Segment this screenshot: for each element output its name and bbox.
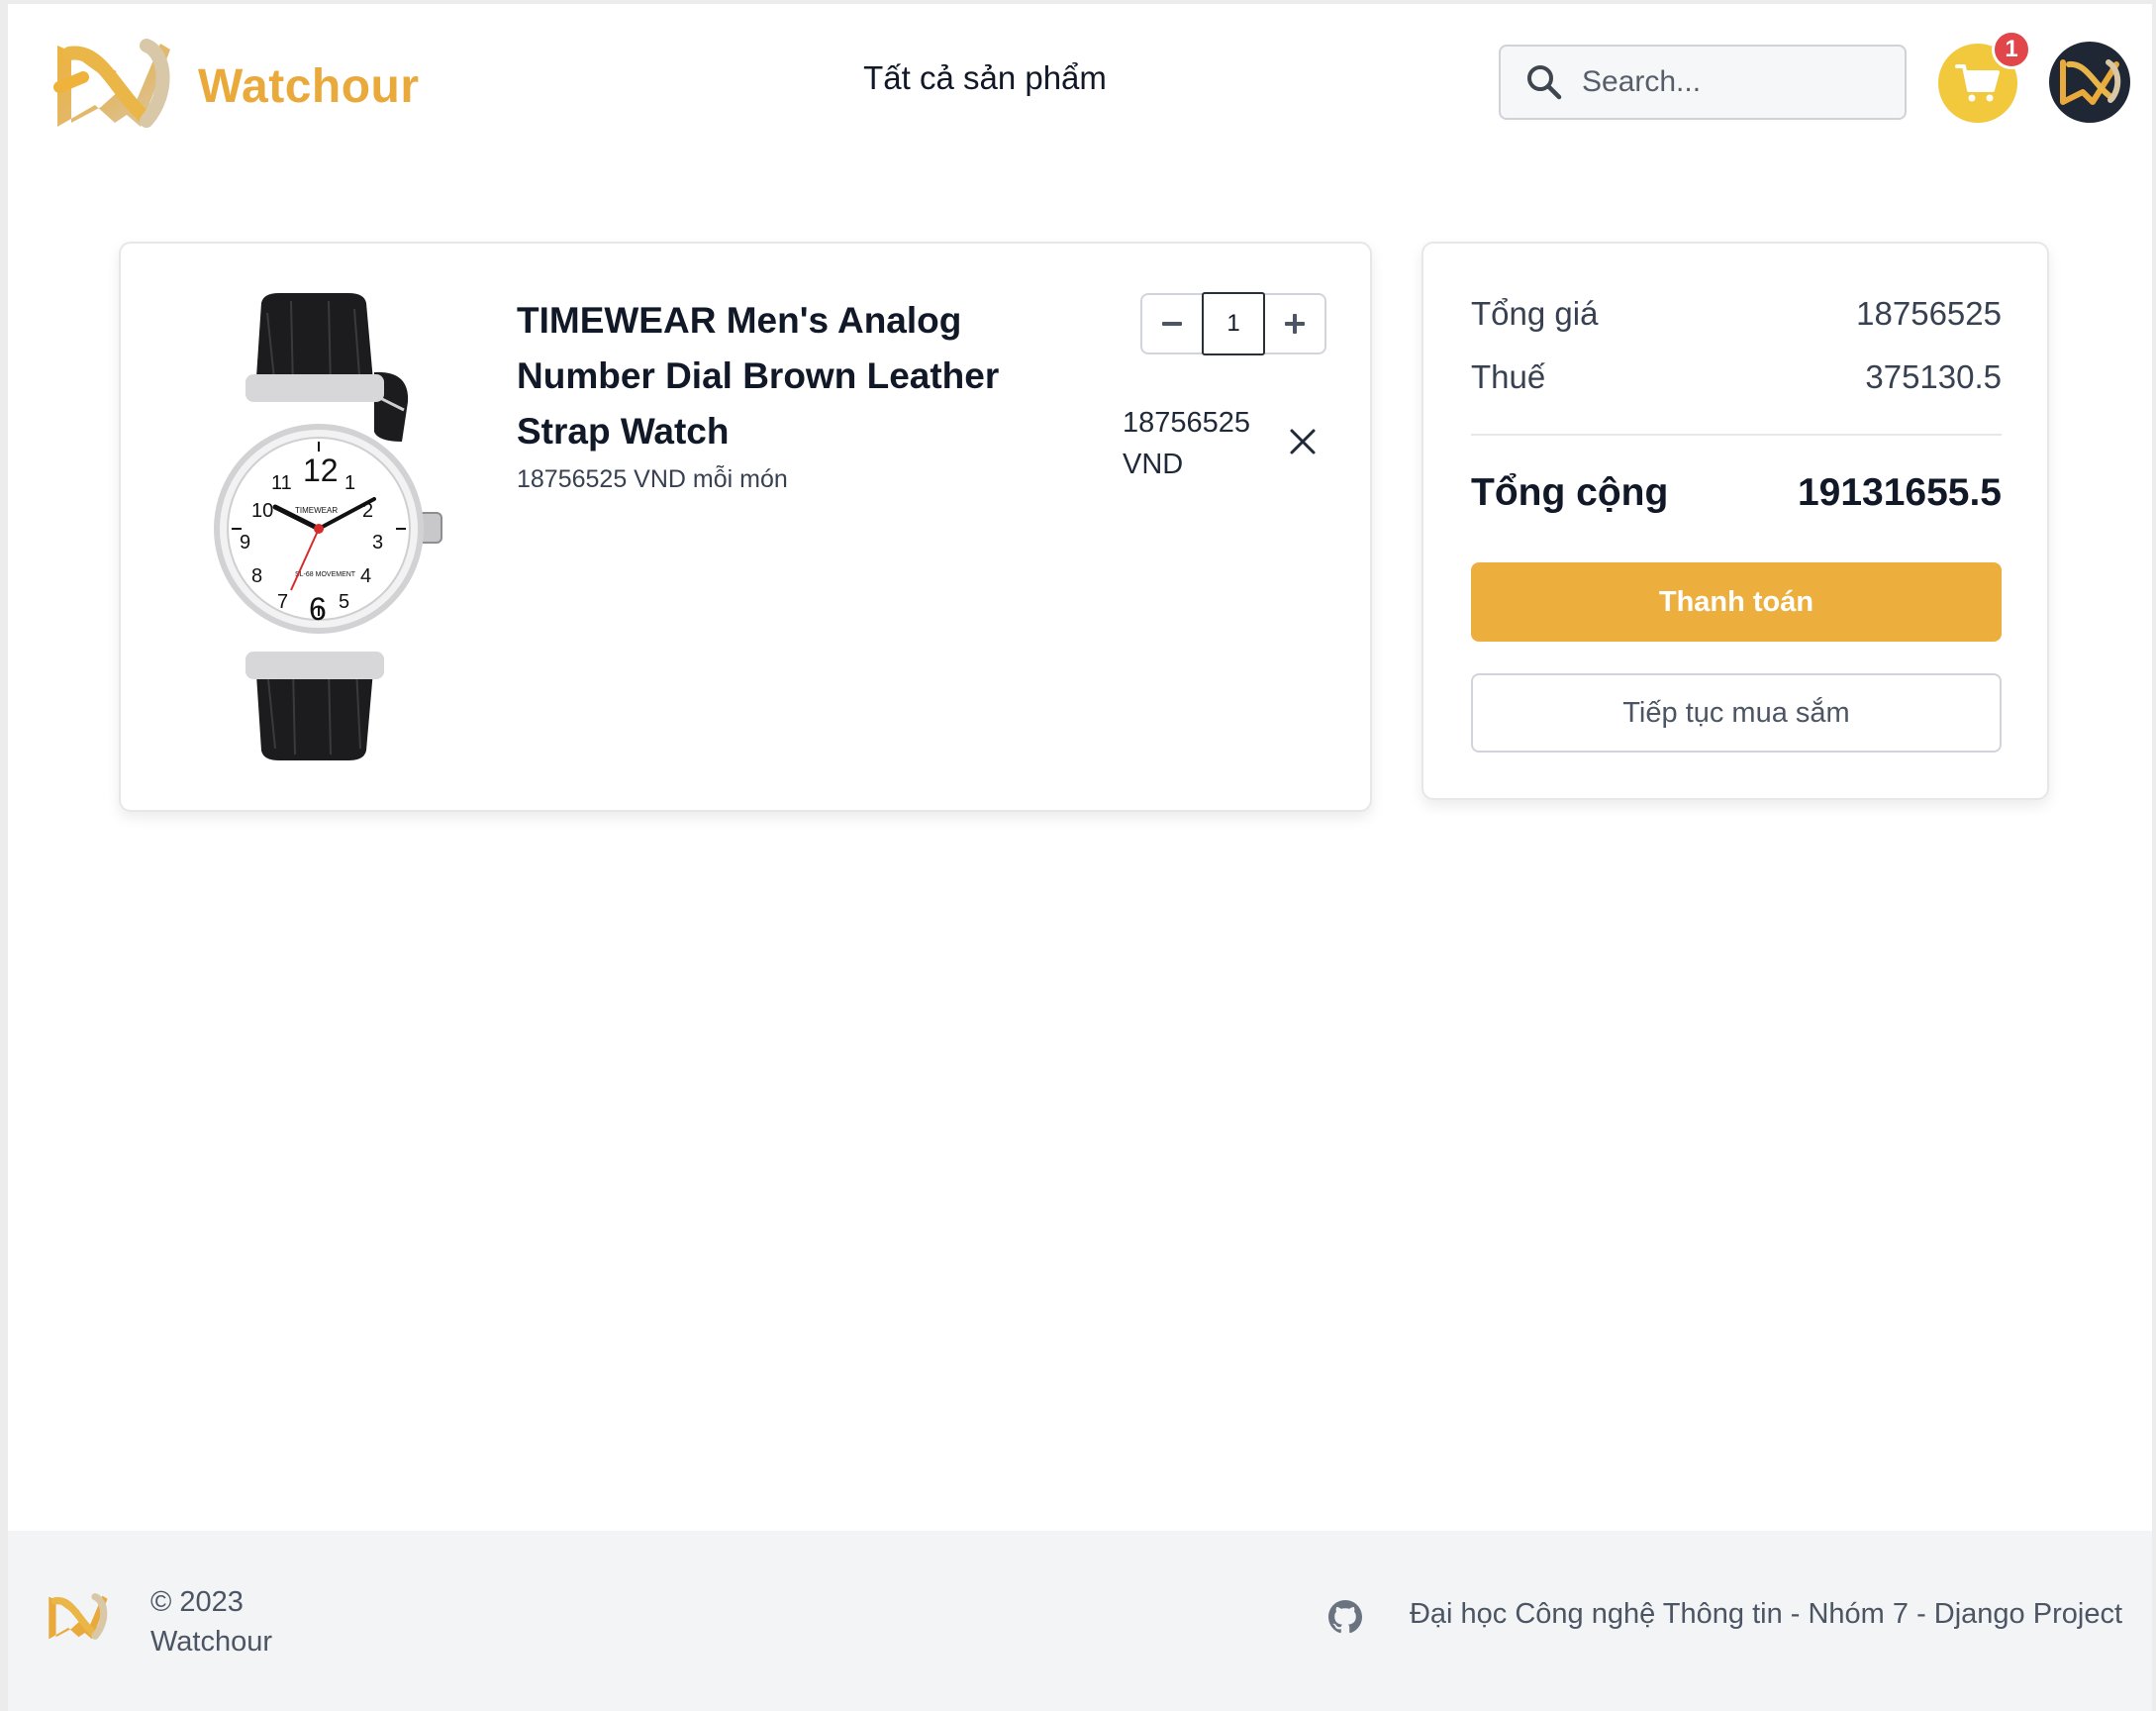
product-name[interactable]: TIMEWEAR Men's Analog Number Dial Brown … — [517, 293, 1031, 459]
header: Watchour Tất cả sản phẩm 1 — [0, 0, 2156, 168]
line-total: 18756525 VND — [1123, 402, 1281, 485]
close-icon[interactable] — [1287, 426, 1319, 457]
avatar-logo-icon — [2060, 59, 2121, 105]
decrease-quantity-button[interactable] — [1142, 295, 1202, 352]
tax-row: Thuế 375130.5 — [1471, 358, 2002, 396]
svg-text:1: 1 — [344, 472, 355, 494]
dial-brand-text: TIMEWEAR — [295, 506, 338, 515]
svg-text:5: 5 — [339, 591, 349, 613]
tax-label: Thuế — [1471, 358, 1546, 395]
brand-name: Watchour — [198, 59, 420, 113]
minus-icon — [1162, 322, 1182, 326]
line-total-amount: 18756525 — [1123, 407, 1251, 439]
svg-text:3: 3 — [372, 532, 383, 554]
quantity-input[interactable] — [1202, 292, 1265, 355]
summary-divider — [1471, 434, 2002, 436]
svg-text:10: 10 — [251, 500, 273, 522]
footer-copyright: © 2023 Watchour — [150, 1582, 272, 1661]
svg-text:9: 9 — [240, 532, 250, 554]
nav-all-products[interactable]: Tất cả sản phẩm — [841, 59, 1128, 97]
copyright-year: © 2023 — [150, 1586, 244, 1618]
svg-text:8: 8 — [251, 565, 262, 587]
footer-credit: Đại học Công nghệ Thông tin - Nhóm 7 - D… — [1409, 1598, 2122, 1630]
shopping-cart-icon — [1955, 64, 2000, 102]
subtotal-row: Tổng giá 18756525 — [1471, 295, 2002, 333]
subtotal-label: Tổng giá — [1471, 295, 1599, 332]
svg-text:4: 4 — [360, 565, 371, 587]
footer: © 2023 Watchour Đại học Công nghệ Thông … — [8, 1531, 2152, 1711]
copyright-brand: Watchour — [150, 1626, 273, 1658]
tax-value: 375130.5 — [1865, 358, 2002, 395]
cart-count-badge: 1 — [1992, 30, 2031, 69]
search-box — [1499, 45, 1907, 120]
svg-text:7: 7 — [277, 591, 288, 613]
user-avatar[interactable] — [2049, 42, 2130, 123]
order-summary-card: Tổng giá 18756525 Thuế 375130.5 Tổng cộn… — [1421, 242, 2049, 800]
watchour-logo-icon — [53, 39, 170, 128]
cart-item-card: 12 1 2 3 4 5 6 7 8 9 10 11 TIMEWEAR SL-6… — [119, 242, 1372, 812]
svg-text:11: 11 — [271, 472, 292, 494]
unit-price: 18756525 VND mỗi món — [517, 465, 788, 493]
total-row: Tổng cộng 19131655.5 — [1471, 471, 2002, 515]
continue-shopping-button[interactable]: Tiếp tục mua sắm — [1471, 673, 2002, 753]
brand-logo-link[interactable]: Watchour — [44, 32, 420, 141]
checkout-button[interactable]: Thanh toán — [1471, 562, 2002, 642]
subtotal-value: 18756525 — [1856, 295, 2002, 332]
quantity-stepper — [1140, 292, 1326, 355]
github-icon[interactable] — [1326, 1598, 1364, 1636]
footer-logo-icon[interactable] — [42, 1588, 119, 1648]
increase-quantity-button[interactable] — [1265, 295, 1324, 352]
plus-icon — [1285, 314, 1305, 334]
search-input[interactable] — [1580, 64, 1881, 100]
cart-button[interactable]: 1 — [1938, 30, 2031, 123]
total-label: Tổng cộng — [1471, 471, 1669, 514]
dial-movement-text: SL-68 MOVEMENT — [295, 571, 356, 578]
svg-text:6: 6 — [309, 591, 327, 627]
search-icon — [1527, 65, 1562, 100]
total-value: 19131655.5 — [1797, 471, 2002, 514]
product-image[interactable]: 12 1 2 3 4 5 6 7 8 9 10 11 TIMEWEAR SL-6… — [180, 293, 477, 760]
svg-text:12: 12 — [303, 453, 339, 488]
line-total-currency: VND — [1123, 449, 1184, 480]
